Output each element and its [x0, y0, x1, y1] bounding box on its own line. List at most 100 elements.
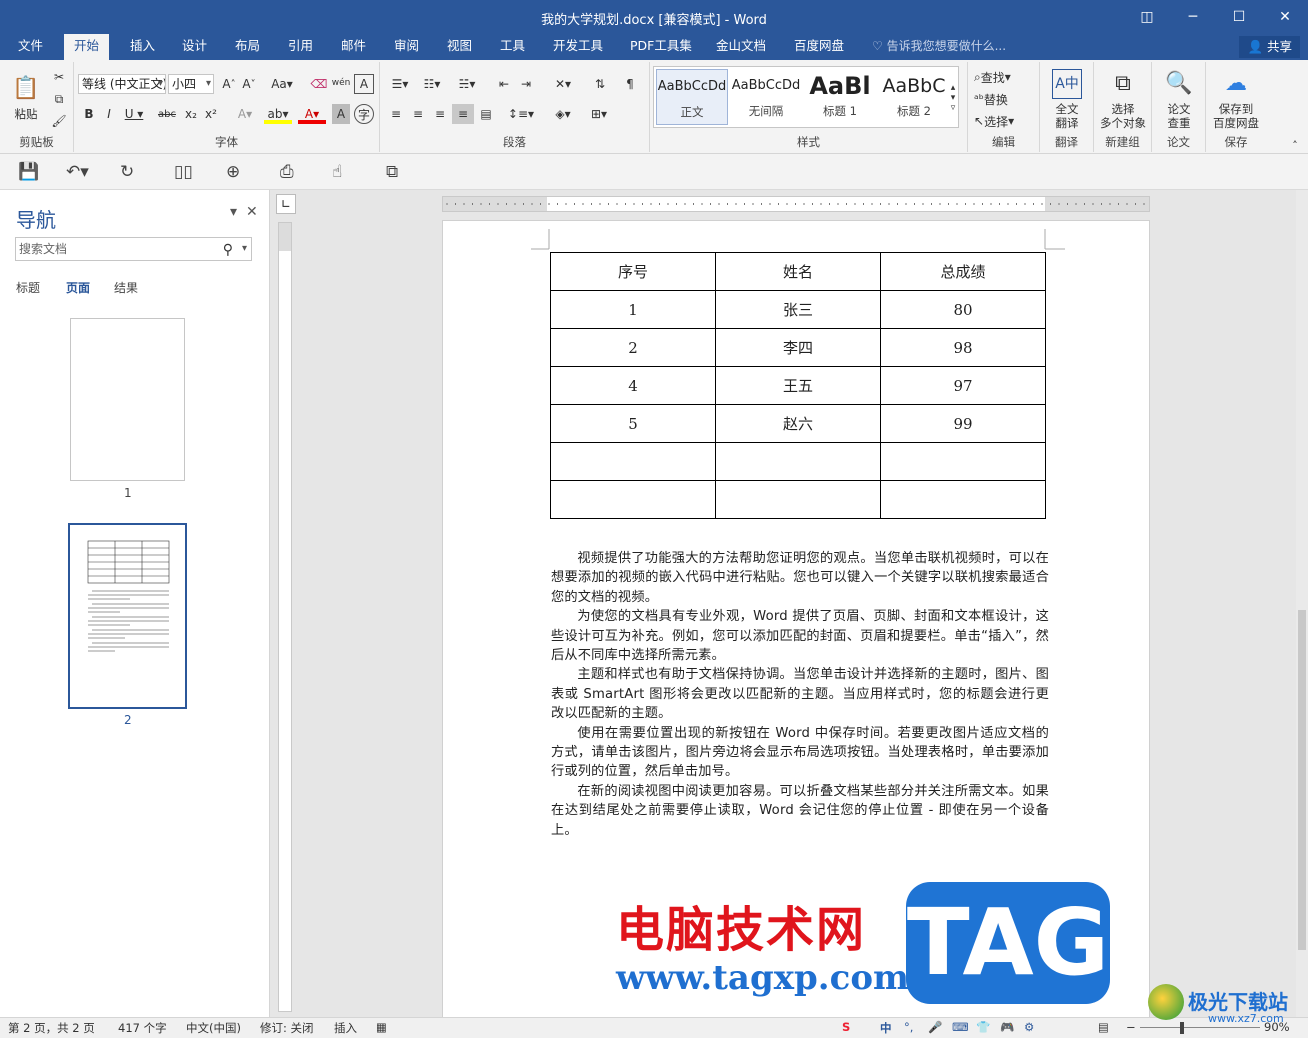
read-mode-icon[interactable]: ▯▯ — [174, 162, 193, 182]
align-center-icon[interactable]: ≡ — [408, 104, 428, 124]
align-left-icon[interactable]: ≡ — [386, 104, 406, 124]
table-cell[interactable]: 99 — [880, 404, 1046, 443]
highlight-icon[interactable]: ab▾ — [264, 104, 292, 124]
save-to-baidu-button[interactable]: ☁ 保存到 百度网盘 — [1208, 66, 1264, 132]
table-cell[interactable]: 5 — [550, 404, 716, 443]
touch-mode-icon[interactable]: ☝ — [332, 162, 342, 182]
ribbon-display-options-icon[interactable]: ◫ — [1124, 0, 1170, 34]
decrease-indent-icon[interactable]: ⇤ — [494, 74, 514, 94]
ime-punct-icon[interactable]: °, — [904, 1020, 913, 1034]
strikethrough-icon[interactable]: abc — [154, 104, 180, 124]
table-cell[interactable]: 97 — [880, 366, 1046, 405]
ime-mode[interactable]: 中 — [880, 1020, 892, 1036]
undo-icon[interactable]: ↶▾ — [66, 162, 89, 182]
select-button[interactable]: ↖ 选择 ▾ — [974, 112, 1034, 130]
nav-tab-pages[interactable]: 页面 — [66, 279, 90, 296]
distributed-icon[interactable]: ▤ — [476, 104, 496, 124]
macro-record-icon[interactable]: ▦ — [376, 1020, 387, 1034]
format-painter-icon[interactable]: 🖌 — [50, 112, 68, 130]
tab-view[interactable]: 视图 — [437, 34, 482, 60]
tab-kingsoft-docs[interactable]: 金山文档 — [706, 34, 776, 60]
show-marks-icon[interactable]: ¶ — [620, 74, 640, 94]
search-icon[interactable]: ⚲ — [223, 239, 233, 261]
customize-icon[interactable]: ⧉ — [386, 162, 398, 182]
status-language[interactable]: 中文(中国) — [186, 1020, 241, 1036]
table-cell[interactable]: 1 — [550, 290, 716, 329]
tab-home[interactable]: 开始 — [64, 34, 110, 60]
status-track-changes[interactable]: 修订: 关闭 — [260, 1020, 314, 1036]
share-button[interactable]: 👤 共享 — [1239, 36, 1300, 58]
style-heading-2[interactable]: AaBbC 标题 2 — [878, 69, 950, 125]
style-no-spacing[interactable]: AaBbCcDd 无间隔 — [730, 69, 802, 125]
font-name-combo[interactable]: 等线 (中文正文) — [78, 74, 166, 94]
underline-icon[interactable]: U ▾ — [120, 104, 148, 124]
table-cell[interactable] — [880, 442, 1046, 481]
status-page[interactable]: 第 2 页，共 2 页 — [8, 1020, 95, 1036]
scrollbar-thumb[interactable] — [1298, 610, 1306, 950]
print-preview-icon[interactable]: ⎙ — [280, 162, 294, 182]
tab-insert[interactable]: 插入 — [120, 34, 165, 60]
tab-references[interactable]: 引用 — [278, 34, 323, 60]
tell-me-search[interactable]: ♡ 告诉我您想要做什么... — [872, 34, 1006, 59]
tab-review[interactable]: 审阅 — [384, 34, 429, 60]
tab-tools[interactable]: 工具 — [490, 34, 535, 60]
table-header-cell[interactable]: 姓名 — [715, 252, 881, 291]
status-zoom[interactable]: 90% — [1264, 1020, 1290, 1034]
nav-tab-results[interactable]: 结果 — [114, 279, 138, 296]
vertical-scrollbar[interactable] — [1296, 190, 1308, 1017]
chinese-layout-icon[interactable]: ✕▾ — [548, 74, 578, 94]
table-cell[interactable]: 李四 — [715, 328, 881, 367]
increase-indent-icon[interactable]: ⇥ — [516, 74, 536, 94]
table-cell[interactable]: 王五 — [715, 366, 881, 405]
bold-icon[interactable]: B — [80, 104, 98, 124]
minimize-button[interactable]: ─ — [1170, 0, 1216, 34]
zoom-slider-thumb[interactable] — [1180, 1022, 1184, 1034]
table-cell[interactable]: 2 — [550, 328, 716, 367]
bullets-icon[interactable]: ☰▾ — [386, 74, 414, 94]
multilevel-list-icon[interactable]: ☵▾ — [450, 74, 484, 94]
select-objects-button[interactable]: ⧉ 选择 多个对象 — [1096, 66, 1150, 132]
table-cell[interactable] — [715, 480, 881, 519]
shrink-font-icon[interactable]: A ˅ — [240, 74, 258, 94]
tab-design[interactable]: 设计 — [172, 34, 217, 60]
phonetic-guide-icon[interactable]: wén — [332, 72, 351, 94]
style-normal[interactable]: AaBbCcDd 正文 — [656, 69, 728, 125]
change-case-icon[interactable]: Aa▾ — [268, 74, 296, 94]
grow-font-icon[interactable]: A ˄ — [220, 74, 238, 94]
sogou-ime-icon[interactable]: S — [842, 1020, 850, 1034]
gamepad-icon[interactable]: 🎮 — [1000, 1020, 1014, 1034]
superscript-icon[interactable]: x² — [202, 104, 220, 124]
page-thumbnail-1[interactable] — [70, 318, 185, 481]
nav-search-input[interactable]: 搜索文档 ⚲ ▾ — [15, 237, 252, 261]
status-words[interactable]: 417 个字 — [118, 1020, 167, 1036]
table-header-cell[interactable]: 总成绩 — [880, 252, 1046, 291]
status-insert-mode[interactable]: 插入 — [334, 1020, 357, 1036]
font-color-icon[interactable]: A▾ — [298, 104, 326, 124]
zoom-slider[interactable] — [1140, 1027, 1260, 1028]
table-cell[interactable] — [550, 480, 716, 519]
focus-mode-icon[interactable]: ▤ — [1098, 1020, 1109, 1034]
table-cell[interactable]: 张三 — [715, 290, 881, 329]
clear-format-icon[interactable]: ⌫ — [310, 74, 328, 94]
ime-settings-icon[interactable]: ⚙ — [1024, 1020, 1034, 1034]
zoom-out-icon[interactable]: − — [1126, 1020, 1136, 1034]
nav-options-icon[interactable]: ▾ — [230, 204, 237, 220]
microphone-icon[interactable]: 🎤 — [928, 1020, 942, 1034]
save-icon[interactable]: 💾 — [18, 162, 39, 182]
style-heading-1[interactable]: AaBl 标题 1 — [804, 69, 876, 125]
paragraph[interactable]: 使用在需要位置出现的新按钮在 Word 中保存时间。若要更改图片适应文档的方式，… — [551, 724, 1049, 782]
page-thumbnail-2[interactable] — [68, 523, 187, 709]
shirt-icon[interactable]: 👕 — [976, 1020, 990, 1034]
search-dropdown-icon[interactable]: ▾ — [242, 238, 247, 260]
maximize-button[interactable]: ☐ — [1216, 0, 1262, 34]
table-cell[interactable] — [550, 442, 716, 481]
tab-baidu-netdisk[interactable]: 百度网盘 — [784, 34, 854, 60]
paragraph[interactable]: 视频提供了功能强大的方法帮助您证明您的观点。当您单击联机视频时，可以在想要添加的… — [551, 549, 1049, 607]
paste-button[interactable]: 📋 粘贴 — [4, 66, 48, 128]
replace-button[interactable]: ᵃᵇ 替换 — [974, 90, 1034, 108]
document-body[interactable]: 视频提供了功能强大的方法帮助您证明您的观点。当您单击联机视频时，可以在想要添加的… — [551, 549, 1049, 840]
borders-icon[interactable]: ⊞▾ — [584, 104, 614, 124]
copy-icon[interactable]: ⧉ — [50, 90, 68, 108]
font-size-combo[interactable]: 小四 — [168, 74, 214, 94]
redo-icon[interactable]: ↻ — [120, 162, 134, 182]
